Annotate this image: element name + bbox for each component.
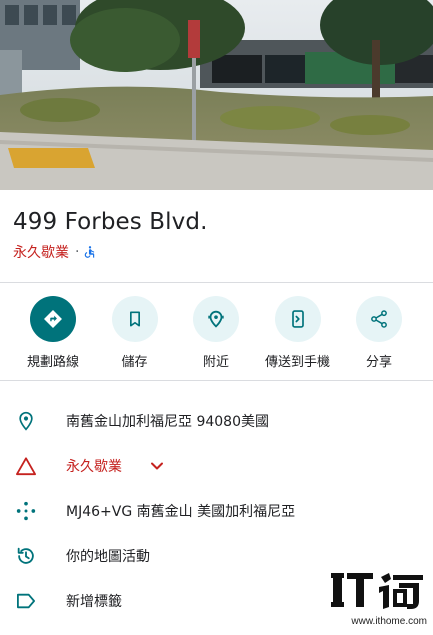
place-status-line: 永久歇業 · bbox=[13, 242, 97, 262]
closed-status-text: 永久歇業 bbox=[66, 459, 122, 475]
save-label: 儲存 bbox=[121, 355, 148, 370]
directions-label: 規劃路線 bbox=[26, 355, 79, 370]
divider-top bbox=[0, 282, 433, 283]
closed-status: 永久歇業 bbox=[13, 245, 69, 261]
address-text: 南舊金山加利福尼亞 94080美國 bbox=[66, 414, 269, 430]
label-icon bbox=[14, 589, 38, 613]
add-label-text: 新增標籤 bbox=[66, 594, 122, 610]
map-activity-text: 你的地圖活動 bbox=[66, 549, 150, 565]
place-photo[interactable] bbox=[0, 0, 433, 190]
ithome-watermark: www.ithome.com bbox=[331, 571, 427, 629]
share-icon bbox=[356, 296, 402, 342]
location-pin-icon bbox=[14, 409, 38, 433]
share-label: 分享 bbox=[365, 355, 392, 370]
send-to-phone-icon bbox=[274, 296, 321, 342]
save-button[interactable]: 儲存 bbox=[96, 296, 174, 370]
closed-status-row[interactable]: 永久歇業 bbox=[0, 443, 433, 489]
send-to-phone-label: 傳送到手機 bbox=[264, 355, 330, 370]
bookmark-icon bbox=[111, 296, 158, 342]
wheelchair-icon[interactable] bbox=[83, 245, 97, 259]
address-row[interactable]: 南舊金山加利福尼亞 94080美國 bbox=[0, 398, 433, 444]
directions-button[interactable]: 規劃路線 bbox=[14, 296, 92, 370]
send-to-phone-button[interactable]: 傳送到手機 bbox=[259, 296, 337, 370]
plus-code-icon bbox=[14, 499, 38, 523]
nearby-icon bbox=[193, 296, 239, 342]
plus-code-row[interactable]: MJ46+VG 南舊金山 美國加利福尼亞 bbox=[0, 488, 433, 534]
share-button[interactable]: 分享 bbox=[340, 296, 418, 370]
history-icon bbox=[14, 544, 38, 568]
directions-icon bbox=[30, 296, 76, 342]
ithome-logo bbox=[331, 573, 423, 609]
nearby-button[interactable]: 附近 bbox=[177, 296, 255, 370]
warning-icon bbox=[14, 454, 38, 478]
watermark-url: www.ithome.com bbox=[351, 616, 427, 627]
place-title: 499 Forbes Blvd. bbox=[13, 209, 208, 235]
action-bar: 規劃路線 儲存 附近 傳送到手機 分享 bbox=[0, 296, 433, 370]
divider-middle bbox=[0, 380, 433, 381]
chevron-down-icon[interactable] bbox=[150, 461, 164, 471]
separator-dot: · bbox=[75, 244, 80, 260]
plus-code-text: MJ46+VG 南舊金山 美國加利福尼亞 bbox=[66, 504, 296, 520]
nearby-label: 附近 bbox=[202, 355, 229, 370]
